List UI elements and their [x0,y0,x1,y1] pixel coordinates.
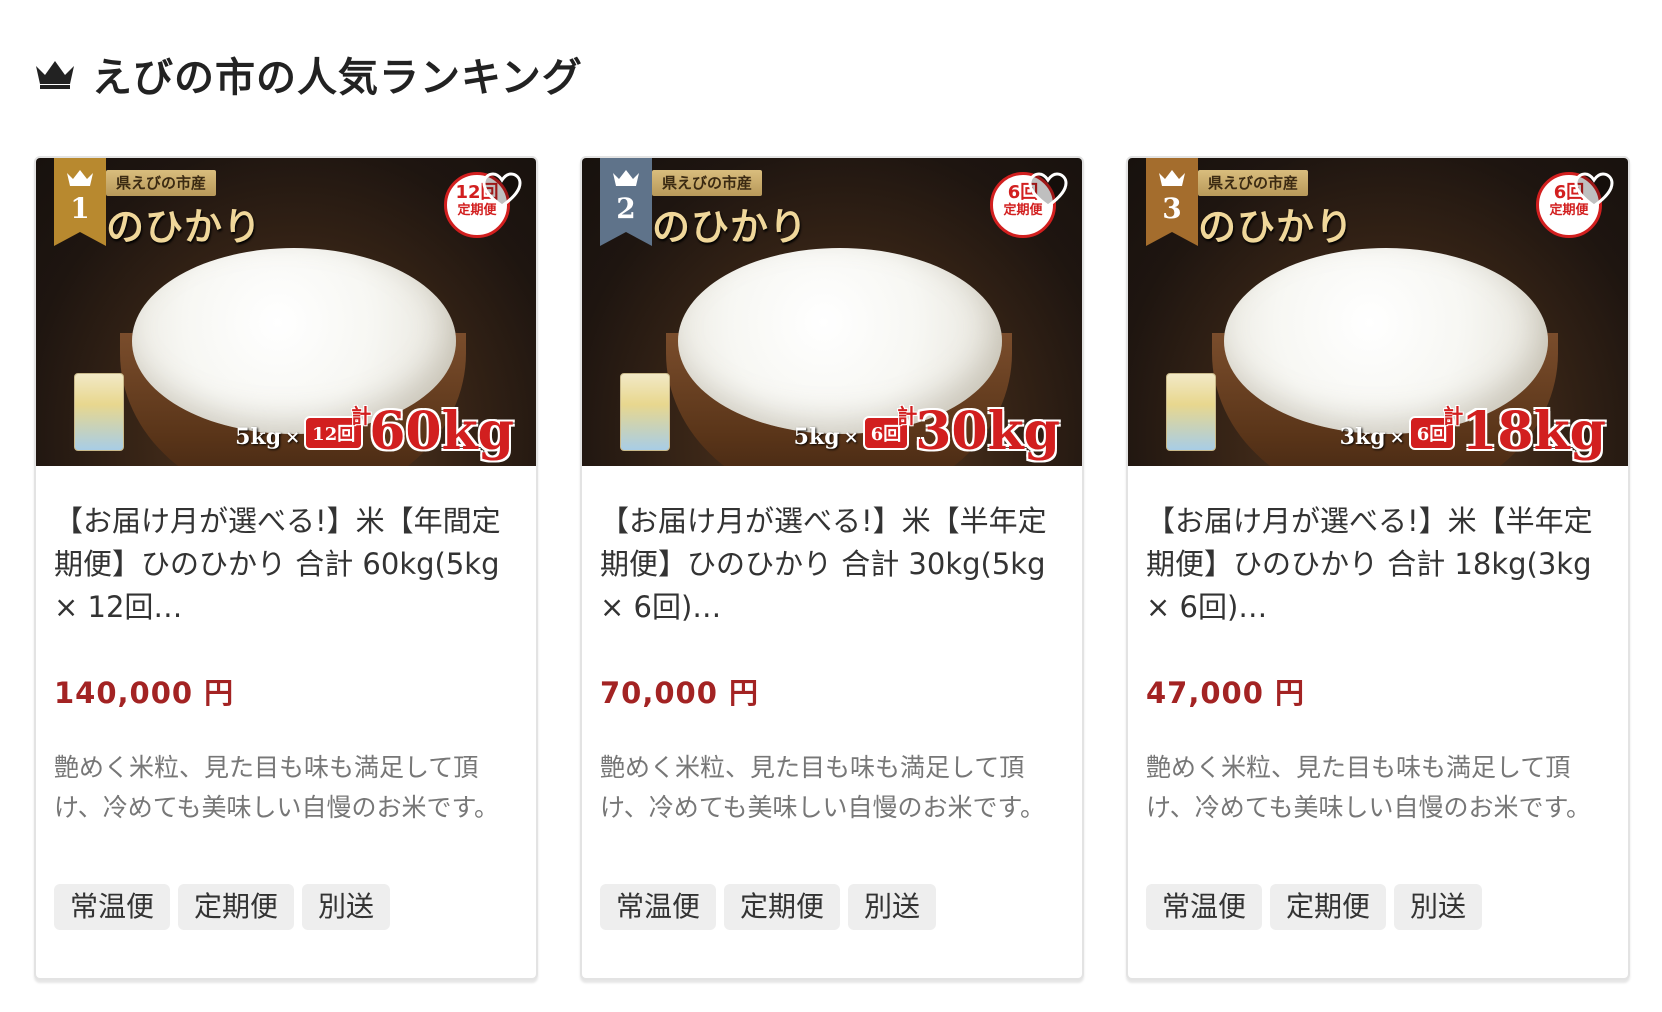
product-image[interactable]: 県えびの市産 のひかり 1 12回 定期便 5kg × 12回 計 60kg [36,158,536,466]
product-price: 70,000 円 [600,676,760,710]
ranking-card-1[interactable]: 県えびの市産 のひかり 1 12回 定期便 5kg × 12回 計 60kg 【… [34,156,538,980]
product-image-name: のひかり [1198,204,1355,249]
rank-ribbon: 1 [54,158,106,246]
quantity-formula: 5kg × 12回 計 60kg [235,396,514,460]
tag-list: 常温便 定期便 別送 [600,884,1064,930]
tag-list: 常温便 定期便 別送 [54,884,518,930]
product-description: 艶めく米粒、見た目も味も満足して頂け、冷めても美味しい自慢のお米です。 [1146,753,1592,822]
unit-amount: 5kg [235,424,282,450]
tag-room-temperature: 常温便 [600,884,717,930]
product-description: 艶めく米粒、見た目も味も満足して頂け、冷めても美味しい自慢のお米です。 [600,753,1046,822]
total-prefix: 計 [1443,404,1464,428]
tag-list: 常温便 定期便 別送 [1146,884,1610,930]
total-amount: 30kg [915,401,1060,462]
total-prefix: 計 [897,404,918,428]
total-amount: 18kg [1461,401,1606,462]
heart-icon[interactable] [482,172,522,210]
product-image-name: のひかり [652,204,809,249]
times-symbol: × [1389,427,1405,448]
product-price: 47,000 円 [1146,676,1306,710]
rank-crown-icon [67,170,93,186]
heart-icon[interactable] [1574,172,1614,210]
times-symbol: × [843,427,859,448]
total-prefix: 計 [351,404,372,428]
rank-crown-icon [613,170,639,186]
product-title[interactable]: 【お届け月が選べる!】米【年間定期便】ひのひかり 合計 60kg(5kg × 1… [54,500,518,630]
product-title[interactable]: 【お届け月が選べる!】米【半年定期便】ひのひかり 合計 30kg(5kg × 6… [600,500,1064,630]
product-image[interactable]: 県えびの市産 のひかり 2 6回 定期便 5kg × 6回 計 30kg [582,158,1082,466]
unit-amount: 3kg [1339,424,1386,450]
section-title: えびの市の人気ランキング [92,55,583,101]
tag-separate-shipping: 別送 [1394,884,1483,930]
quantity-formula: 3kg × 6回 計 18kg [1340,396,1606,460]
tag-subscription: 定期便 [178,884,295,930]
tag-separate-shipping: 別送 [848,884,937,930]
product-description: 艶めく米粒、見た目も味も満足して頂け、冷めても美味しい自慢のお米です。 [54,753,500,822]
ranking-card-2[interactable]: 県えびの市産 のひかり 2 6回 定期便 5kg × 6回 計 30kg 【お届… [580,156,1084,980]
product-price: 140,000 円 [54,676,235,710]
ranking-card-3[interactable]: 県えびの市産 のひかり 3 6回 定期便 3kg × 6回 計 18kg 【お届… [1126,156,1630,980]
product-origin-label: 県えびの市産 [106,170,217,196]
times-symbol: × [285,427,301,448]
rank-ribbon: 2 [600,158,652,246]
tag-subscription: 定期便 [1270,884,1387,930]
unit-amount: 5kg [793,424,840,450]
total-amount: 60kg [369,401,514,462]
rice-bag-image [620,373,670,451]
rank-number: 1 [70,192,90,225]
section-header: えびの市の人気ランキング [34,44,583,104]
rank-number: 3 [1162,192,1182,225]
product-title[interactable]: 【お届け月が選べる!】米【半年定期便】ひのひかり 合計 18kg(3kg × 6… [1146,500,1610,630]
rice-bag-image [1166,373,1216,451]
heart-icon[interactable] [1028,172,1068,210]
tag-separate-shipping: 別送 [302,884,391,930]
tag-subscription: 定期便 [724,884,841,930]
rice-bag-image [74,373,124,451]
tag-room-temperature: 常温便 [1146,884,1263,930]
rank-crown-icon [1159,170,1185,186]
crown-icon [36,61,74,89]
rank-ribbon: 3 [1146,158,1198,246]
product-origin-label: 県えびの市産 [652,170,763,196]
product-image-name: のひかり [106,204,263,249]
quantity-formula: 5kg × 6回 計 30kg [794,396,1060,460]
ranking-list: 県えびの市産 のひかり 1 12回 定期便 5kg × 12回 計 60kg 【… [34,156,1630,980]
product-image[interactable]: 県えびの市産 のひかり 3 6回 定期便 3kg × 6回 計 18kg [1128,158,1628,466]
tag-room-temperature: 常温便 [54,884,171,930]
product-origin-label: 県えびの市産 [1198,170,1309,196]
rank-number: 2 [616,192,636,225]
